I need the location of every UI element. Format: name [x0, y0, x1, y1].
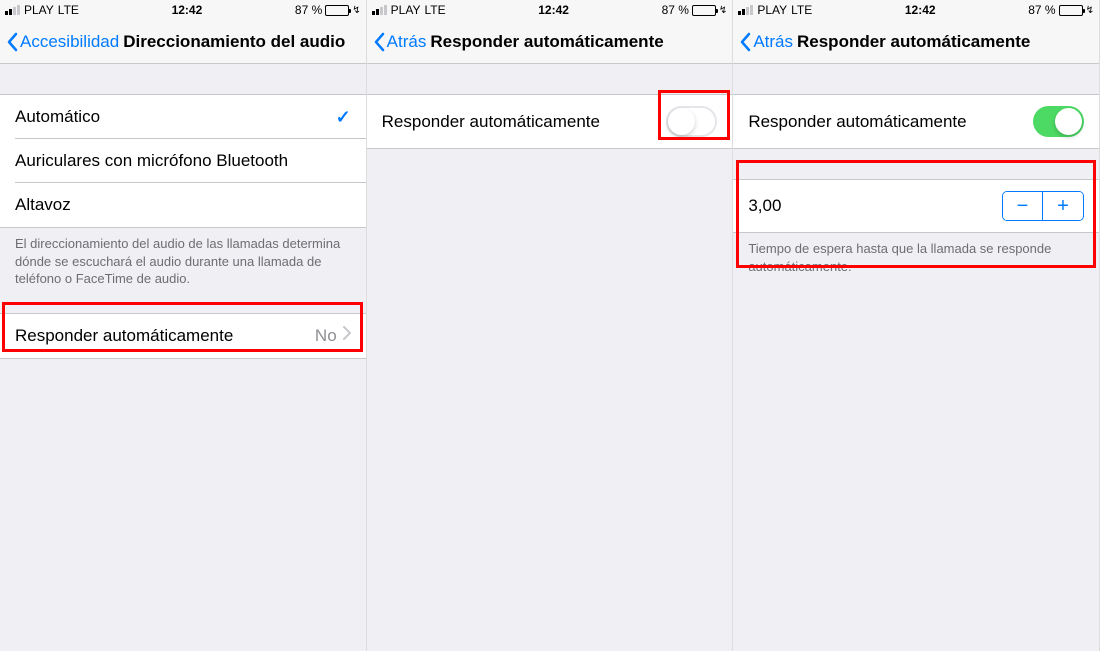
check-icon: ✓	[336, 107, 351, 128]
auto-answer-group: Responder automáticamente No	[0, 313, 366, 359]
toggle-knob	[668, 108, 695, 135]
status-bar: PLAY LTE 12:42 87 % ↯	[367, 0, 733, 20]
chevron-left-icon	[6, 32, 18, 52]
page-title: Responder automáticamente	[430, 32, 663, 52]
plus-icon: +	[1057, 195, 1069, 218]
carrier-label: PLAY	[24, 3, 54, 17]
screen-auto-answer-off: PLAY LTE 12:42 87 % ↯ Atrás Responder au…	[367, 0, 734, 651]
network-label: LTE	[424, 3, 445, 17]
back-label: Accesibilidad	[20, 32, 119, 52]
battery-percent: 87 %	[295, 3, 322, 17]
toggle-switch[interactable]	[666, 106, 717, 137]
back-button[interactable]: Atrás	[373, 32, 427, 52]
list-item-label: Auriculares con micrófono Bluetooth	[15, 151, 288, 171]
stepper-minus-button[interactable]: −	[1003, 192, 1043, 220]
list-item-label: Altavoz	[15, 195, 71, 215]
signal-icon	[738, 5, 753, 15]
list-item-speaker[interactable]: Altavoz	[0, 183, 366, 227]
battery-percent: 87 %	[662, 3, 689, 17]
duration-group: 3,00 − +	[733, 179, 1099, 233]
time-label: 12:42	[172, 3, 203, 17]
carrier-label: PLAY	[391, 3, 421, 17]
signal-icon	[372, 5, 387, 15]
signal-icon	[5, 5, 20, 15]
status-bar: PLAY LTE 12:42 87 % ↯	[0, 0, 366, 20]
battery-icon	[1059, 5, 1083, 16]
list-item-duration: 3,00 − +	[733, 180, 1099, 232]
list-item-auto-answer-toggle[interactable]: Responder automáticamente	[367, 95, 733, 148]
list-item-auto-answer-toggle[interactable]: Responder automáticamente	[733, 95, 1099, 148]
chevron-right-icon	[343, 326, 351, 345]
page-title: Direccionamiento del audio	[123, 32, 345, 52]
charging-icon: ↯	[1086, 5, 1094, 16]
carrier-label: PLAY	[757, 3, 787, 17]
list-item-label: Responder automáticamente	[382, 112, 600, 132]
list-item-label: Responder automáticamente	[748, 112, 966, 132]
page-title: Responder automáticamente	[797, 32, 1030, 52]
auto-answer-toggle-group: Responder automáticamente	[367, 94, 733, 149]
network-label: LTE	[58, 3, 79, 17]
chevron-left-icon	[739, 32, 751, 52]
time-label: 12:42	[538, 3, 569, 17]
battery-percent: 87 %	[1028, 3, 1055, 17]
screen-audio-routing: PLAY LTE 12:42 87 % ↯ Accesibilidad Dire…	[0, 0, 367, 651]
list-item-auto-answer[interactable]: Responder automáticamente No	[0, 314, 366, 358]
stepper-plus-button[interactable]: +	[1043, 192, 1083, 220]
battery-icon	[325, 5, 349, 16]
list-item-label: Responder automáticamente	[15, 326, 233, 346]
toggle-switch[interactable]	[1033, 106, 1084, 137]
list-item-label: Automático	[15, 107, 100, 127]
screen-auto-answer-on: PLAY LTE 12:42 87 % ↯ Atrás Responder au…	[733, 0, 1100, 651]
footer-text: Tiempo de espera hasta que la llamada se…	[733, 233, 1099, 282]
battery-icon	[692, 5, 716, 16]
duration-value: 3,00	[748, 196, 781, 216]
time-label: 12:42	[905, 3, 936, 17]
footer-text: El direccionamiento del audio de las lla…	[0, 228, 366, 295]
chevron-left-icon	[373, 32, 385, 52]
network-label: LTE	[791, 3, 812, 17]
list-item-bluetooth[interactable]: Auriculares con micrófono Bluetooth	[0, 139, 366, 183]
toggle-knob	[1055, 108, 1082, 135]
back-label: Atrás	[753, 32, 793, 52]
status-bar: PLAY LTE 12:42 87 % ↯	[733, 0, 1099, 20]
nav-bar: Accesibilidad Direccionamiento del audio	[0, 20, 366, 64]
nav-bar: Atrás Responder automáticamente	[733, 20, 1099, 64]
back-button[interactable]: Accesibilidad	[6, 32, 119, 52]
auto-answer-toggle-group: Responder automáticamente	[733, 94, 1099, 149]
charging-icon: ↯	[719, 5, 727, 16]
nav-bar: Atrás Responder automáticamente	[367, 20, 733, 64]
list-item-automatic[interactable]: Automático ✓	[0, 95, 366, 139]
value-label: No	[315, 326, 337, 346]
duration-stepper: − +	[1002, 191, 1084, 221]
charging-icon: ↯	[352, 5, 360, 16]
back-button[interactable]: Atrás	[739, 32, 793, 52]
audio-routing-list: Automático ✓ Auriculares con micrófono B…	[0, 94, 366, 228]
back-label: Atrás	[387, 32, 427, 52]
minus-icon: −	[1017, 195, 1029, 218]
